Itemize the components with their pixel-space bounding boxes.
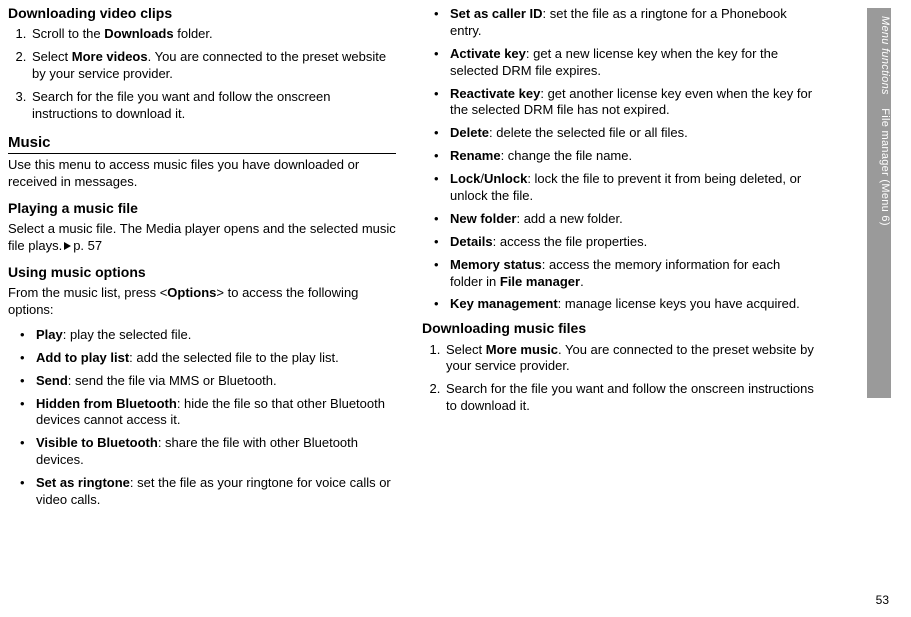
play-file-text: Select a music file. The Media player op… [8, 221, 396, 255]
list-item: Set as ringtone: set the file as your ri… [8, 475, 396, 509]
heading-play-file: Playing a music file [8, 199, 396, 217]
list-item: Scroll to the Downloads folder. [30, 26, 396, 43]
side-tab-sub: File manager (Menu 6) [879, 108, 891, 226]
page-number: 53 [876, 593, 889, 607]
list-item: New folder: add a new folder. [422, 211, 816, 228]
list-item: Set as caller ID: set the file as a ring… [422, 6, 816, 40]
page-content: Downloading video clips Scroll to the Do… [0, 0, 840, 580]
side-tab-section: Menu functions [879, 16, 891, 95]
music-options-left: Play: play the selected file. Add to pla… [8, 327, 396, 509]
list-item: Reactivate key: get another license key … [422, 86, 816, 120]
video-download-steps: Scroll to the Downloads folder. Select M… [8, 26, 396, 122]
heading-download-video: Downloading video clips [8, 4, 396, 22]
music-download-steps: Select More music. You are connected to … [422, 342, 816, 416]
heading-using-options: Using music options [8, 263, 396, 281]
right-column: Set as caller ID: set the file as a ring… [414, 4, 834, 580]
list-item: Rename: change the file name. [422, 148, 816, 165]
list-item: Delete: delete the selected file or all … [422, 125, 816, 142]
list-item: Select More videos. You are connected to… [30, 49, 396, 83]
list-item: Details: access the file properties. [422, 234, 816, 251]
list-item: Search for the file you want and follow … [30, 89, 396, 123]
left-column: Downloading video clips Scroll to the Do… [4, 4, 414, 580]
music-intro: Use this menu to access music files you … [8, 157, 396, 191]
list-item: Key management: manage license keys you … [422, 296, 816, 313]
list-item: Visible to Bluetooth: share the file wit… [8, 435, 396, 469]
triangle-icon [64, 242, 71, 250]
list-item: Search for the file you want and follow … [444, 381, 816, 415]
list-item: Lock/Unlock: lock the file to prevent it… [422, 171, 816, 205]
list-item: Hidden from Bluetooth: hide the file so … [8, 396, 396, 430]
list-item: Send: send the file via MMS or Bluetooth… [8, 373, 396, 390]
list-item: Activate key: get a new license key when… [422, 46, 816, 80]
using-options-intro: From the music list, press <Options> to … [8, 285, 396, 319]
side-tab: Menu functions File manager (Menu 6) [867, 8, 891, 398]
music-options-right: Set as caller ID: set the file as a ring… [422, 6, 816, 313]
heading-music: Music [8, 133, 396, 155]
list-item: Memory status: access the memory informa… [422, 257, 816, 291]
list-item: Select More music. You are connected to … [444, 342, 816, 376]
heading-download-music: Downloading music files [422, 319, 816, 337]
list-item: Add to play list: add the selected file … [8, 350, 396, 367]
list-item: Play: play the selected file. [8, 327, 396, 344]
